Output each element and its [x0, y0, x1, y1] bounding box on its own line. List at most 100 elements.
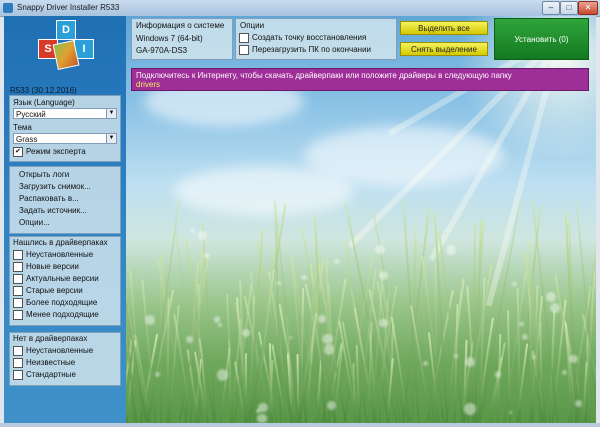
light-dot: [217, 369, 229, 381]
light-dot: [546, 292, 556, 302]
light-dot: [511, 281, 517, 287]
checkbox[interactable]: [13, 285, 23, 296]
light-dot: [217, 322, 223, 328]
system-info-title: Информация о системе: [136, 21, 225, 30]
menu-set-source[interactable]: Задать источник...: [19, 205, 87, 217]
checkbox[interactable]: [13, 309, 23, 320]
filter-label: Старые версии: [26, 286, 83, 295]
light-dot: [288, 336, 293, 340]
restore-point-option[interactable]: Создать точку восстановления: [239, 32, 366, 44]
options-title: Опции: [240, 21, 265, 30]
menu-open-logs[interactable]: Открыть логи: [19, 169, 69, 181]
light-dot: [379, 318, 388, 328]
grass-blade: [453, 304, 459, 423]
os-value: Windows 7 (64-bit): [136, 34, 203, 43]
actions-menu: Открыть логи Загрузить снимок... Распако…: [9, 166, 121, 234]
drivers-folder-link[interactable]: drivers: [136, 80, 584, 89]
light-dot: [257, 413, 267, 423]
filter-label: Стандартные: [26, 370, 76, 379]
grass-blade: [434, 263, 437, 423]
found-filter-group: Нашлись в драйверпаках Неустановленные Н…: [9, 236, 121, 326]
light-dot: [550, 302, 561, 313]
language-label: Язык (Language): [13, 98, 75, 107]
restore-point-label: Создать точку восстановления: [252, 33, 367, 42]
filter-not-installed[interactable]: Неустановленные: [13, 249, 93, 261]
theme-label: Тема: [13, 123, 32, 132]
missing-filter-group: Нет в драйверпаках Неустановленные Неизв…: [9, 332, 121, 386]
light-dot: [277, 281, 281, 285]
restore-point-checkbox[interactable]: [239, 32, 249, 43]
light-dot: [204, 252, 210, 259]
filter-worse-match[interactable]: Менее подходящие: [13, 309, 99, 321]
checkbox[interactable]: [13, 357, 23, 368]
light-dot: [327, 400, 337, 410]
filter-label: Новые версии: [26, 262, 79, 271]
sdi-logo-icon: D S I: [38, 20, 94, 80]
expert-mode-checkbox[interactable]: ✔: [13, 146, 23, 157]
light-dot: [508, 411, 513, 415]
message-banner: Подключитесь к Интернету, чтобы скачать …: [131, 68, 589, 91]
light-dot: [561, 369, 568, 376]
light-dot: [318, 315, 326, 323]
light-dot: [445, 244, 456, 255]
checkbox[interactable]: [13, 345, 23, 356]
chevron-down-icon: ▼: [106, 134, 116, 143]
filter-standard[interactable]: Стандартные: [13, 369, 76, 381]
select-all-button[interactable]: Выделить все: [400, 21, 488, 35]
options-panel: Опции Создать точку восстановления Перез…: [235, 18, 397, 60]
reboot-option[interactable]: Перезагрузить ПК по окончании: [239, 44, 371, 56]
app-icon: [3, 3, 13, 13]
light-dot: [145, 315, 156, 326]
maximize-button[interactable]: □: [560, 1, 578, 15]
missing-group-title: Нет в драйверпаках: [13, 334, 88, 343]
language-value: Русский: [16, 110, 46, 119]
filter-label: Актуальные версии: [26, 274, 99, 283]
menu-extract-to[interactable]: Распаковать в...: [19, 193, 79, 205]
language-select[interactable]: Русский ▼: [13, 108, 117, 119]
reboot-checkbox[interactable]: [239, 44, 249, 55]
found-group-title: Нашлись в драйверпаках: [13, 238, 108, 247]
grass-blade: [165, 298, 170, 423]
checkmark-icon: ✔: [15, 147, 21, 155]
menu-load-snapshot[interactable]: Загрузить снимок...: [19, 181, 91, 193]
title-bar[interactable]: Snappy Driver Installer R533 – □ ✕: [0, 0, 600, 17]
filter-unknown[interactable]: Неизвестные: [13, 357, 75, 369]
checkbox[interactable]: [13, 369, 23, 380]
reboot-label: Перезагрузить ПК по окончании: [252, 45, 372, 54]
expert-mode-option[interactable]: ✔ Режим эксперта: [13, 146, 86, 158]
checkbox[interactable]: [13, 249, 23, 260]
install-button[interactable]: Установить (0): [494, 18, 589, 60]
settings-panel: Язык (Language) Русский ▼ Тема Grass ▼ ✔…: [9, 95, 121, 162]
minimize-button[interactable]: –: [542, 1, 560, 15]
window-bottom-border: [0, 423, 600, 427]
light-dot: [453, 354, 458, 359]
light-dot: [494, 371, 502, 378]
light-dot: [242, 329, 250, 337]
deselect-button[interactable]: Снять выделение: [400, 42, 488, 56]
theme-value: Grass: [16, 135, 38, 144]
filter-current-versions[interactable]: Актуальные версии: [13, 273, 99, 285]
filter-label: Неизвестные: [26, 358, 76, 367]
grass-blade: [147, 198, 181, 423]
filter-old-versions[interactable]: Старые версии: [13, 285, 83, 297]
light-dot: [464, 403, 476, 415]
logo-tile-d: D: [56, 20, 76, 40]
filter-label: Менее подходящие: [26, 310, 99, 319]
theme-select[interactable]: Grass ▼: [13, 133, 117, 144]
light-dot: [185, 336, 193, 343]
filter-missing-not-installed[interactable]: Неустановленные: [13, 345, 93, 357]
checkbox[interactable]: [13, 261, 23, 272]
menu-options[interactable]: Опции...: [19, 217, 50, 229]
checkbox[interactable]: [13, 297, 23, 308]
filter-better-match[interactable]: Более подходящие: [13, 297, 97, 309]
grass-blade: [479, 200, 522, 422]
filter-label: Более подходящие: [26, 298, 98, 307]
light-dot: [375, 244, 385, 255]
light-dot: [198, 231, 207, 240]
version-label: R533 (30.12.2016): [10, 86, 77, 95]
checkbox[interactable]: [13, 273, 23, 284]
light-dot: [531, 355, 536, 359]
message-text: Подключитесь к Интернету, чтобы скачать …: [136, 71, 512, 80]
filter-new-versions[interactable]: Новые версии: [13, 261, 79, 273]
close-button[interactable]: ✕: [578, 1, 598, 15]
